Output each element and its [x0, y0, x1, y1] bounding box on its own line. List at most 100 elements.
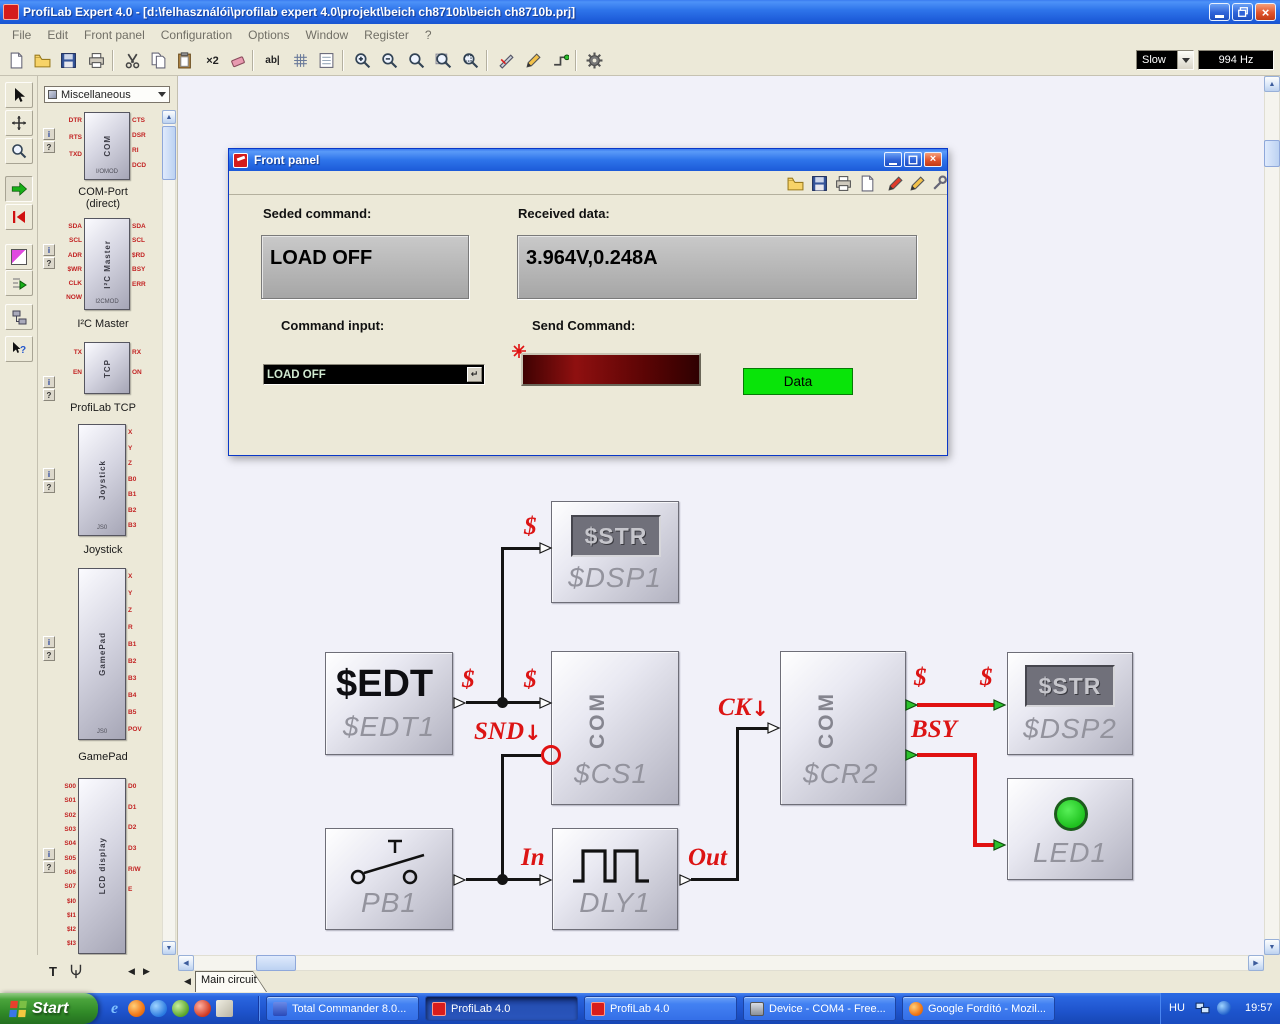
fp-print-button[interactable]	[833, 173, 853, 193]
tab-scroll-left[interactable]: ◀	[184, 977, 191, 986]
speed-dropdown-button[interactable]	[1177, 51, 1193, 69]
reset-button[interactable]	[5, 204, 33, 230]
run-button[interactable]	[5, 176, 33, 202]
close-button[interactable]: ×	[924, 152, 942, 167]
duplicate-button[interactable]: ×2	[200, 48, 225, 73]
info-button[interactable]: i	[43, 468, 55, 480]
fp-tools-button[interactable]	[929, 173, 949, 193]
wire-cut-button[interactable]	[494, 48, 519, 73]
block-dsp2[interactable]: $STR $DSP2	[1007, 652, 1133, 755]
output-pin[interactable]	[453, 873, 467, 887]
input-pin[interactable]	[539, 696, 553, 710]
front-panel-titlebar[interactable]: Front panel ×	[229, 149, 947, 171]
fp-draw-button[interactable]	[907, 173, 927, 193]
task-google-translate[interactable]: Google Fordító - Mozil...	[902, 996, 1055, 1021]
block-dsp1[interactable]: $STR $DSP1	[551, 501, 679, 603]
menu-help[interactable]: ?	[417, 26, 440, 44]
task-device-com4[interactable]: Device - COM4 - Free...	[743, 996, 896, 1021]
block-dly1[interactable]: DLY1	[552, 828, 678, 930]
enter-button[interactable]: ↵	[467, 367, 482, 382]
menu-configuration[interactable]: Configuration	[153, 26, 240, 44]
delete-button[interactable]	[226, 48, 251, 73]
menu-file[interactable]: File	[4, 26, 39, 44]
palette-chip-gamepad[interactable]: GamePad	[78, 568, 126, 740]
inverted-input-circle[interactable]	[541, 745, 561, 765]
fp-copy-button[interactable]	[857, 173, 877, 193]
save-button[interactable]	[56, 48, 81, 73]
scroll-right-button[interactable]: ▶	[1248, 955, 1264, 971]
zoom-fit-button[interactable]	[431, 48, 456, 73]
quick-launch-icon[interactable]	[172, 1000, 189, 1017]
minimize-button[interactable]	[884, 152, 902, 167]
scrollbar-thumb[interactable]	[1264, 140, 1280, 167]
pan-tool-button[interactable]	[5, 110, 33, 136]
output-pin[interactable]	[679, 873, 693, 887]
send-command-field[interactable]	[521, 353, 701, 386]
close-button[interactable]: ×	[1255, 3, 1276, 21]
output-pin[interactable]	[453, 696, 467, 710]
scrollbar-thumb[interactable]	[256, 955, 296, 971]
zoom-in-button[interactable]	[350, 48, 375, 73]
paste-button[interactable]	[172, 48, 197, 73]
block-cs1[interactable]: COM $CS1	[551, 651, 679, 805]
output-pin[interactable]	[905, 748, 919, 762]
task-total-commander[interactable]: Total Commander 8.0...	[266, 996, 419, 1021]
block-led1[interactable]: LED1	[1007, 778, 1133, 880]
help-button[interactable]: ?	[43, 257, 55, 269]
scroll-down-button[interactable]: ▼	[162, 941, 176, 955]
zoom-tool-button[interactable]	[5, 138, 33, 164]
select-tool-button[interactable]	[5, 82, 33, 108]
network-icon[interactable]	[1195, 1001, 1210, 1016]
fp-save-button[interactable]	[809, 173, 829, 193]
palette-chip-i2c-master[interactable]: I²C Master	[84, 218, 130, 310]
context-help-button[interactable]: ?	[5, 336, 33, 362]
maximize-button[interactable]	[904, 152, 922, 167]
input-pin[interactable]	[539, 541, 553, 555]
simulation-speed-select[interactable]: Slow	[1136, 50, 1194, 70]
help-button[interactable]: ?	[43, 481, 55, 493]
quick-launch-icon[interactable]	[150, 1000, 167, 1017]
palette-scrollbar[interactable]	[162, 110, 176, 955]
block-pb1[interactable]: PB1	[325, 828, 453, 930]
grid-page-button[interactable]	[314, 48, 339, 73]
scroll-left-icon[interactable]: ◀	[128, 967, 135, 976]
palette-chip-lcd-display[interactable]: LCD display	[78, 778, 126, 954]
wire-draw-button[interactable]	[521, 48, 546, 73]
task-profilab-active[interactable]: ProfiLab 4.0	[425, 996, 578, 1021]
minimize-button[interactable]	[1209, 3, 1230, 21]
info-button[interactable]: i	[43, 128, 55, 140]
blocks-tool-button[interactable]	[5, 304, 33, 330]
scrollbar-thumb[interactable]	[162, 126, 176, 180]
input-pin[interactable]	[539, 873, 553, 887]
menu-edit[interactable]: Edit	[39, 26, 76, 44]
block-edt1[interactable]: $EDT $EDT1	[325, 652, 453, 755]
palette-category-select[interactable]: Miscellaneous	[44, 86, 170, 103]
text-label-button[interactable]: ab|	[260, 48, 285, 73]
help-button[interactable]: ?	[43, 141, 55, 153]
block-cr2[interactable]: COM $CR2	[780, 651, 906, 805]
menu-register[interactable]: Register	[356, 26, 417, 44]
copy-button[interactable]	[146, 48, 171, 73]
help-button[interactable]: ?	[43, 389, 55, 401]
merge-tool-icon[interactable]	[68, 963, 84, 979]
wire-connect-button[interactable]	[548, 48, 573, 73]
palette-chip-profilab-tcp[interactable]: TCP	[84, 342, 130, 394]
new-file-button[interactable]	[4, 48, 29, 73]
input-pin[interactable]	[993, 698, 1007, 712]
tab-main-circuit[interactable]: Main circuit	[195, 971, 267, 992]
print-button[interactable]	[84, 48, 109, 73]
grid-toggle-button[interactable]	[288, 48, 313, 73]
command-input-field[interactable]: LOAD OFF ↵	[263, 364, 485, 385]
start-button[interactable]: Start	[0, 993, 98, 1024]
data-button[interactable]: Data	[743, 368, 853, 395]
internet-explorer-icon[interactable]: e	[106, 1000, 123, 1017]
help-button[interactable]: ?	[43, 649, 55, 661]
scroll-up-button[interactable]: ▲	[162, 110, 176, 124]
quick-launch-icon[interactable]	[194, 1000, 211, 1017]
output-pin[interactable]	[905, 698, 919, 712]
text-tool-icon[interactable]: T	[44, 962, 62, 980]
horizontal-scrollbar[interactable]	[178, 955, 1264, 971]
fp-open-button[interactable]	[785, 173, 805, 193]
show-desktop-icon[interactable]	[216, 1000, 233, 1017]
zoom-select-button[interactable]	[458, 48, 483, 73]
